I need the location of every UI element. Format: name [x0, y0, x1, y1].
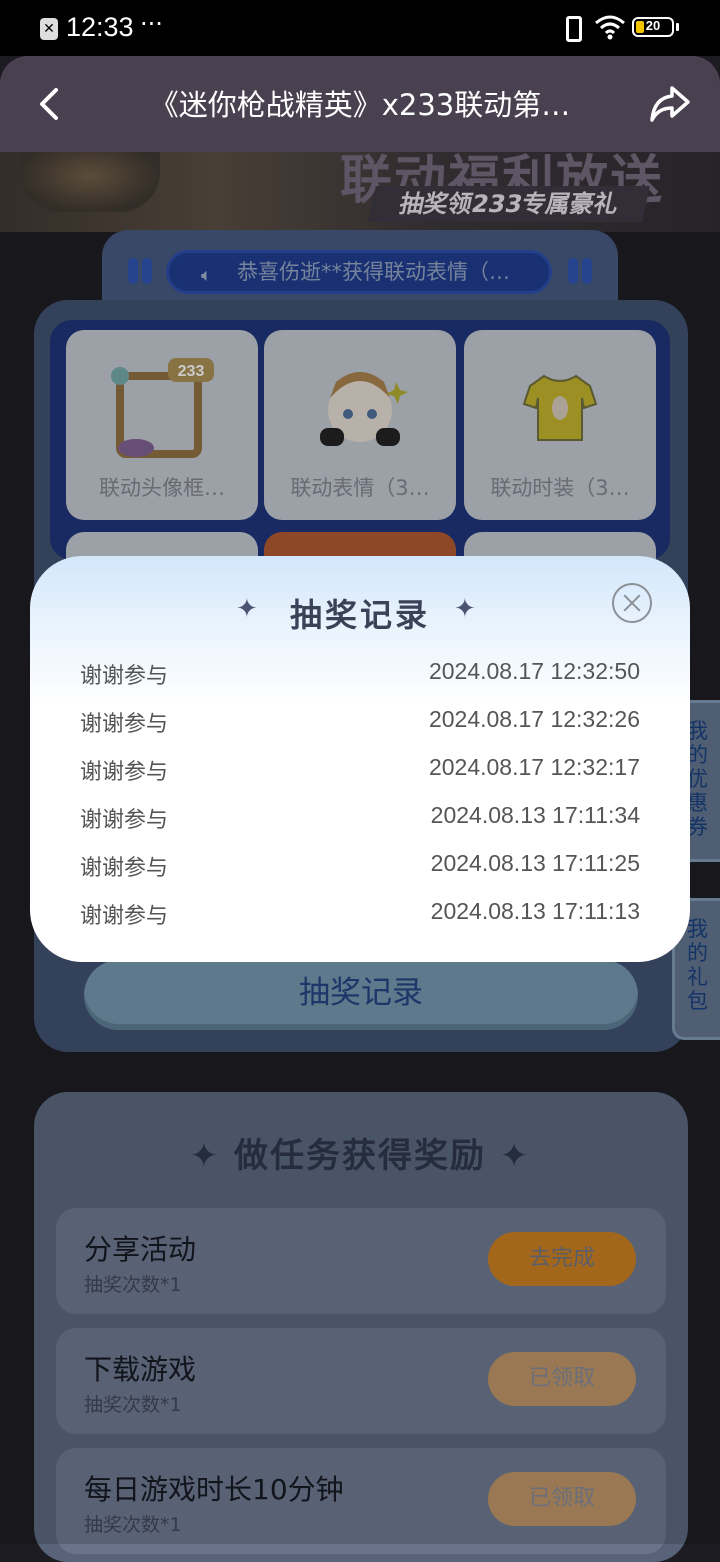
lottery-records-modal: ✦ 抽奖记录 ✦ 谢谢参与 2024.08.17 12:32:50 谢谢参与 2… [30, 556, 690, 962]
record-result: 谢谢参与 [80, 856, 169, 881]
battery-icon: 20 [632, 17, 674, 37]
vibrate-icon [566, 16, 582, 42]
close-icon[interactable] [612, 583, 652, 623]
record-time: 2024.08.13 17:11:34 [430, 802, 640, 828]
modal-title: 抽奖记录 [289, 596, 430, 634]
record-result: 谢谢参与 [80, 904, 169, 929]
sparkle-icon: ✦ [454, 594, 476, 624]
record-row: 谢谢参与 2024.08.13 17:11:13 [80, 898, 640, 938]
status-bar: ✕ 12:33 ··· 20 [0, 0, 720, 56]
record-row: 谢谢参与 2024.08.17 12:32:17 [80, 754, 640, 794]
record-result: 谢谢参与 [80, 664, 169, 689]
back-arrow-icon[interactable] [30, 84, 70, 124]
record-row: 谢谢参与 2024.08.13 17:11:25 [80, 850, 640, 890]
status-dots: ··· [140, 10, 163, 38]
record-time: 2024.08.17 12:32:26 [428, 706, 640, 732]
record-time: 2024.08.13 17:11:13 [430, 898, 640, 924]
record-result: 谢谢参与 [80, 760, 169, 785]
nav-bar: 《迷你枪战精英》x233联动第… [0, 56, 720, 152]
record-row: 谢谢参与 2024.08.13 17:11:34 [80, 802, 640, 842]
record-time: 2024.08.17 12:32:17 [428, 754, 640, 780]
notification-icon: ✕ [40, 18, 58, 40]
page-title: 《迷你枪战精英》x233联动第… [149, 88, 571, 122]
record-time: 2024.08.17 12:32:50 [428, 658, 640, 684]
record-result: 谢谢参与 [80, 712, 169, 737]
share-icon[interactable] [648, 82, 692, 126]
record-row: 谢谢参与 2024.08.17 12:32:50 [80, 658, 640, 698]
record-result: 谢谢参与 [80, 808, 169, 833]
record-row: 谢谢参与 2024.08.17 12:32:26 [80, 706, 640, 746]
record-time: 2024.08.13 17:11:25 [430, 850, 640, 876]
wifi-icon [595, 15, 625, 40]
battery-level: 20 [645, 18, 661, 33]
status-time: 12:33 [66, 12, 134, 42]
